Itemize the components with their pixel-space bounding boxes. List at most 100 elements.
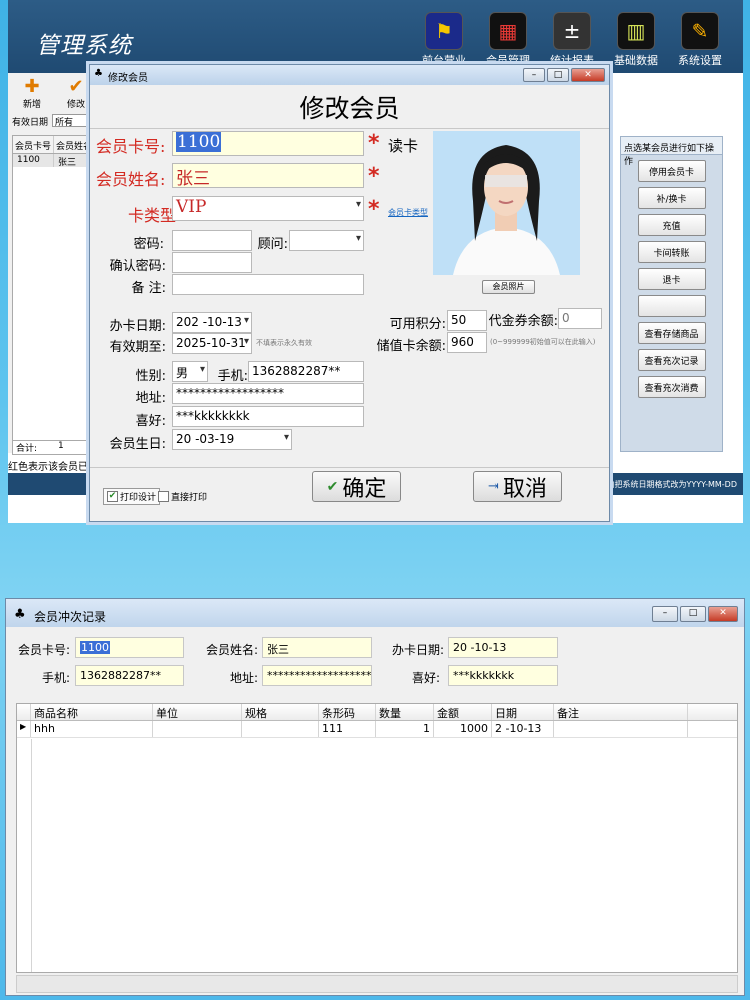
birthday-picker[interactable]: 20 -03-19 bbox=[172, 429, 292, 450]
hidden-action-button[interactable] bbox=[637, 295, 706, 317]
open-date-picker[interactable]: 202 -10-13 bbox=[172, 312, 252, 333]
address-field[interactable]: ******************* bbox=[262, 665, 372, 686]
status-bar bbox=[16, 975, 738, 993]
stored-balance-label: 储值卡余额: bbox=[376, 339, 446, 354]
remark-label: 备 注: bbox=[131, 281, 166, 296]
remark-field[interactable] bbox=[172, 274, 364, 295]
column-header[interactable]: 数量 bbox=[376, 704, 434, 720]
stored-balance-field[interactable]: 960 bbox=[447, 332, 487, 353]
valid-date-select[interactable]: 所有 bbox=[52, 114, 93, 128]
pos-terminal-icon: ⚑ bbox=[425, 12, 463, 50]
table-row[interactable]: 1100 张三 bbox=[13, 154, 95, 168]
read-card-button[interactable]: 读卡 bbox=[388, 135, 418, 156]
column-header[interactable]: 商品名称 bbox=[31, 704, 153, 720]
dialog-title-bar: ♣ 修改会员 – □ ✕ bbox=[90, 65, 609, 85]
cancel-button[interactable]: ⇥ 取消 bbox=[473, 471, 562, 502]
plus-icon: ✚ bbox=[24, 76, 40, 97]
member-actions-panel: 点选某会员进行如下操作 停用会员卡 补/换卡 充值 卡间转账 退卡 查看存储商品… bbox=[620, 136, 723, 452]
app-logo-icon: ♣ bbox=[14, 607, 26, 622]
card-type-select[interactable]: VIP bbox=[172, 196, 364, 221]
close-icon[interactable]: ✕ bbox=[708, 606, 738, 622]
confirm-password-field[interactable] bbox=[172, 252, 252, 273]
birthday-label: 会员生日: bbox=[109, 437, 166, 452]
nav-reports[interactable]: ± 统计报表 bbox=[542, 0, 602, 68]
member-photo bbox=[433, 131, 580, 275]
recharge-button[interactable]: 充值 bbox=[637, 214, 706, 236]
column-header[interactable]: 条形码 bbox=[319, 704, 376, 720]
column-header[interactable]: 日期 bbox=[492, 704, 554, 720]
view-stored-goods-button[interactable]: 查看存储商品 bbox=[637, 322, 706, 344]
card-no-label: 会员卡号: bbox=[96, 137, 166, 156]
expiry-tip: 不填表示永久有效 bbox=[256, 339, 312, 347]
phone-field[interactable]: 1362882287** bbox=[248, 361, 364, 382]
open-date-label: 办卡日期: bbox=[109, 319, 166, 334]
maximize-icon[interactable]: □ bbox=[547, 68, 569, 82]
member-name-label: 会员姓名: bbox=[205, 643, 258, 657]
direct-print-checkbox[interactable]: 直接打印 bbox=[158, 490, 207, 503]
column-header[interactable]: 单位 bbox=[153, 704, 242, 720]
calculator-icon: ± bbox=[553, 12, 591, 50]
nav-front-desk[interactable]: ⚑ 前台营业 bbox=[414, 0, 474, 68]
checked-icon: ✔ bbox=[107, 491, 118, 502]
column-header[interactable]: 规格 bbox=[242, 704, 319, 720]
points-label: 可用积分: bbox=[389, 317, 446, 332]
card-no-field[interactable]: 1100 bbox=[75, 637, 184, 658]
view-recharge-consumption-button[interactable]: 查看充次消费 bbox=[637, 376, 706, 398]
column-header[interactable]: 金额 bbox=[434, 704, 492, 720]
close-icon[interactable]: ✕ bbox=[571, 68, 605, 82]
app-logo-icon: ♣ bbox=[94, 68, 103, 79]
minimize-icon[interactable]: – bbox=[523, 68, 545, 82]
gender-select[interactable]: 男 bbox=[172, 361, 208, 382]
print-design-checkbox[interactable]: ✔ 打印设计 bbox=[103, 488, 161, 505]
disable-card-button[interactable]: 停用会员卡 bbox=[637, 160, 706, 182]
divider bbox=[90, 467, 609, 468]
address-field[interactable]: ****************** bbox=[172, 383, 364, 404]
advisor-select[interactable] bbox=[289, 230, 364, 251]
required-icon: * bbox=[368, 131, 380, 156]
card-no-field[interactable]: 1100 bbox=[172, 131, 364, 156]
recharge-records-window: ♣ 会员冲次记录 – □ ✕ 会员卡号: 1100 会员姓名: 张三 办卡日期:… bbox=[5, 598, 745, 996]
card-type-link[interactable]: 会员卡类型 bbox=[388, 207, 428, 218]
minimize-icon[interactable]: – bbox=[652, 606, 678, 622]
nav-members[interactable]: ▦ 会员管理 bbox=[478, 0, 538, 68]
refund-card-button[interactable]: 退卡 bbox=[637, 268, 706, 290]
recharge-grid: 商品名称 单位 规格 条形码 数量 金额 日期 备注 ▶ hhh 111 1 1… bbox=[16, 703, 738, 973]
member-name-field[interactable]: 张三 bbox=[172, 163, 364, 188]
checkmark-icon: ✔ bbox=[326, 478, 339, 495]
confirm-password-label: 确认密码: bbox=[109, 259, 166, 274]
password-field[interactable] bbox=[172, 230, 252, 251]
advisor-label: 顾问: bbox=[257, 237, 288, 252]
confirm-button[interactable]: ✔ 确定 bbox=[312, 471, 401, 502]
required-icon: * bbox=[368, 164, 380, 189]
address-label: 地址: bbox=[135, 391, 166, 406]
row-indicator-icon: ▶ bbox=[17, 721, 31, 737]
hobby-field[interactable]: ***kkkkkkkk bbox=[172, 406, 364, 427]
member-name-field[interactable]: 张三 bbox=[262, 637, 372, 658]
phone-field[interactable]: 1362882287** bbox=[75, 665, 184, 686]
nav-base-data[interactable]: ▥ 基础数据 bbox=[606, 0, 666, 68]
required-icon: * bbox=[368, 197, 380, 222]
voucher-field[interactable]: 0 bbox=[558, 308, 602, 329]
valid-date-filter: 有效日期 所有 bbox=[12, 114, 93, 128]
window-title-bar: ♣ 会员冲次记录 – □ ✕ bbox=[6, 599, 744, 627]
red-legend-note: 红色表示该会员已 bbox=[8, 462, 88, 473]
table-row[interactable]: ▶ hhh 111 1 1000 2 -10-13 bbox=[17, 721, 737, 738]
member-photo-button[interactable]: 会员照片 bbox=[482, 280, 535, 294]
card-transfer-button[interactable]: 卡间转账 bbox=[637, 241, 706, 263]
address-label: 地址: bbox=[229, 671, 258, 685]
nav-settings[interactable]: ✎ 系统设置 bbox=[670, 0, 730, 68]
add-button[interactable]: ✚ 新增 bbox=[14, 76, 50, 111]
portrait-image bbox=[433, 131, 580, 275]
voucher-label: 代金券余额: bbox=[488, 314, 558, 329]
hobby-field[interactable]: ***kkkkkkk bbox=[448, 665, 558, 686]
view-recharge-records-button[interactable]: 查看充次记录 bbox=[637, 349, 706, 371]
points-field[interactable]: 50 bbox=[447, 310, 487, 331]
column-header[interactable]: 备注 bbox=[554, 704, 688, 720]
actions-panel-header: 点选某会员进行如下操作 bbox=[621, 137, 722, 167]
phone-label: 手机: bbox=[217, 369, 248, 384]
open-date-field[interactable]: 20 -10-13 bbox=[448, 637, 558, 658]
replace-card-button[interactable]: 补/换卡 bbox=[637, 187, 706, 209]
maximize-icon[interactable]: □ bbox=[680, 606, 706, 622]
expiry-date-picker[interactable]: 2025-10-31 bbox=[172, 333, 252, 354]
members-grid-icon: ▦ bbox=[489, 12, 527, 50]
